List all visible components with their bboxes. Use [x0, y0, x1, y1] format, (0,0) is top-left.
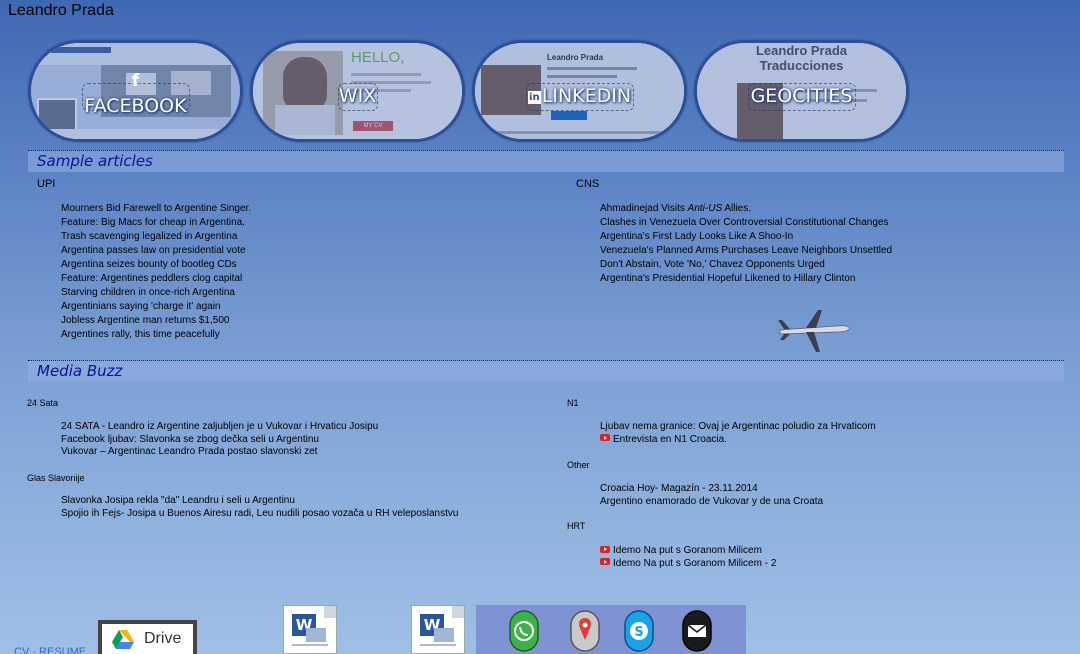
article-link[interactable]: Argentina seizes bounty of bootleg CDs — [61, 258, 251, 272]
article-link[interactable]: Facebook ljubav: Slavonka se zbog dečka … — [61, 434, 378, 447]
article-link[interactable]: Spojio ih Fejs- Josipa u Buenos Airesu r… — [61, 508, 458, 521]
video-link[interactable]: Idemo Na put s Goranom Milicem - 2 — [600, 558, 776, 571]
hrt-label: HRT — [567, 521, 586, 531]
article-link[interactable]: Venezuela's Planned Arms Purchases Leave… — [600, 244, 892, 258]
youtube-icon — [600, 545, 610, 553]
n1-label: N1 — [567, 398, 579, 408]
other-label: Other — [567, 460, 590, 470]
google-drive-icon — [112, 629, 134, 649]
article-link[interactable]: Vukovar – Argentinac Leandro Prada posta… — [61, 446, 378, 459]
article-link[interactable]: Feature: Big Macs for cheap in Argentina… — [61, 216, 251, 230]
glas-article-list: Slavonka Josipa rekla "da" Leandru i sel… — [61, 495, 458, 520]
sample-articles-section: Sample articles — [28, 150, 1064, 172]
other-article-list: Croacia Hoy- Magazín - 23.11.2014 Argent… — [600, 483, 823, 508]
article-link[interactable]: Starving children in once-rich Argentina — [61, 286, 251, 300]
article-link[interactable]: Argentino enamorado de Vukovar y de una … — [600, 496, 823, 509]
cv-resume-link[interactable]: CV - RESUME — [14, 646, 86, 654]
contact-icons-bar: S — [476, 605, 746, 654]
article-link[interactable]: Ljubav nema granice: Ovaj je Argentinac … — [600, 421, 876, 434]
cns-article-list: Ahmadinejad Visits Anti-US Allies. Clash… — [600, 202, 892, 286]
sata-article-list: 24 SATA - Leandro iz Argentine zaljublje… — [61, 421, 378, 459]
article-link[interactable]: Feature: Argentines peddlers clog capita… — [61, 272, 251, 286]
article-link[interactable]: Jobless Argentine man returns $1,500 — [61, 314, 251, 328]
geocities-label: GEOCITIES — [750, 85, 853, 107]
social-links-row: f FACEBOOK HELLO, MY CV WIX Leandro Prad… — [28, 40, 918, 144]
article-link[interactable]: Argentina's First Lady Looks Like A Shoo… — [600, 230, 892, 244]
word-document-icon[interactable]: W — [411, 605, 465, 654]
article-link[interactable]: Croacia Hoy- Magazín - 23.11.2014 — [600, 483, 823, 496]
article-link[interactable]: Don't Abstain, Vote 'No,' Chavez Opponen… — [600, 258, 892, 272]
video-link[interactable]: Idemo Na put s Goranom Milicem — [600, 545, 776, 558]
glas-slavonije-label: Glas Slavonije — [27, 473, 85, 483]
linkedin-in-icon: in — [527, 91, 541, 104]
article-link[interactable]: Argentinians saying 'charge it' again — [61, 300, 251, 314]
svg-text:S: S — [634, 625, 643, 640]
sata-label: 24 Sata — [27, 398, 59, 408]
site-title: Leandro Prada — [8, 2, 114, 19]
facebook-label: FACEBOOK — [84, 95, 187, 117]
sample-articles-heading: Sample articles — [37, 152, 153, 170]
facebook-f-icon: f — [131, 71, 140, 91]
media-buzz-heading: Media Buzz — [37, 362, 123, 380]
hrt-video-list: Idemo Na put s Goranom Milicem Idemo Na … — [600, 545, 776, 570]
word-document-icon[interactable]: W — [283, 605, 337, 654]
linkedin-link[interactable]: Leandro Prada in LINKEDIN — [472, 40, 687, 142]
article-link[interactable]: Argentines rally, this time peacefully — [61, 328, 251, 342]
drive-label: Drive — [144, 630, 182, 647]
facebook-link[interactable]: f FACEBOOK — [28, 40, 243, 142]
article-link[interactable]: Slavonka Josipa rekla "da" Leandru i sel… — [61, 495, 458, 508]
article-link[interactable]: Argentina's Presidential Hopeful Likened… — [600, 272, 892, 286]
geocities-link[interactable]: Leandro Prada Traducciones GEOCITIES — [694, 40, 909, 142]
article-link[interactable]: Clashes in Venezuela Over Controversial … — [600, 216, 892, 230]
n1-article-list: Ljubav nema granice: Ovaj je Argentinac … — [600, 421, 876, 446]
email-icon[interactable] — [682, 610, 712, 652]
video-link[interactable]: Entrevista en N1 Croacia. — [600, 434, 876, 447]
article-link[interactable]: Ahmadinejad Visits Anti-US Allies. — [600, 202, 892, 216]
youtube-icon — [600, 434, 610, 442]
wix-label: WIX — [338, 85, 377, 107]
linkedin-label: in LINKEDIN — [527, 85, 632, 107]
upi-label: UPI — [37, 178, 56, 190]
article-link[interactable]: Mourners Bid Farewell to Argentine Singe… — [61, 202, 251, 216]
upi-article-list: Mourners Bid Farewell to Argentine Singe… — [61, 202, 251, 342]
article-link[interactable]: Argentina passes law on presidential vot… — [61, 244, 251, 258]
article-link[interactable]: Trash scavenging legalized in Argentina — [61, 230, 251, 244]
google-drive-button[interactable]: Drive — [98, 620, 197, 654]
whatsapp-icon[interactable] — [509, 610, 539, 652]
media-buzz-section: Media Buzz — [28, 360, 1064, 382]
youtube-icon — [600, 558, 610, 566]
skype-icon[interactable]: S — [624, 610, 654, 652]
article-link[interactable]: 24 SATA - Leandro iz Argentine zaljublje… — [61, 421, 378, 434]
wix-link[interactable]: HELLO, MY CV WIX — [250, 40, 465, 142]
map-pin-icon[interactable] — [570, 610, 600, 652]
cns-label: CNS — [576, 178, 600, 190]
airplane-image — [778, 310, 851, 352]
